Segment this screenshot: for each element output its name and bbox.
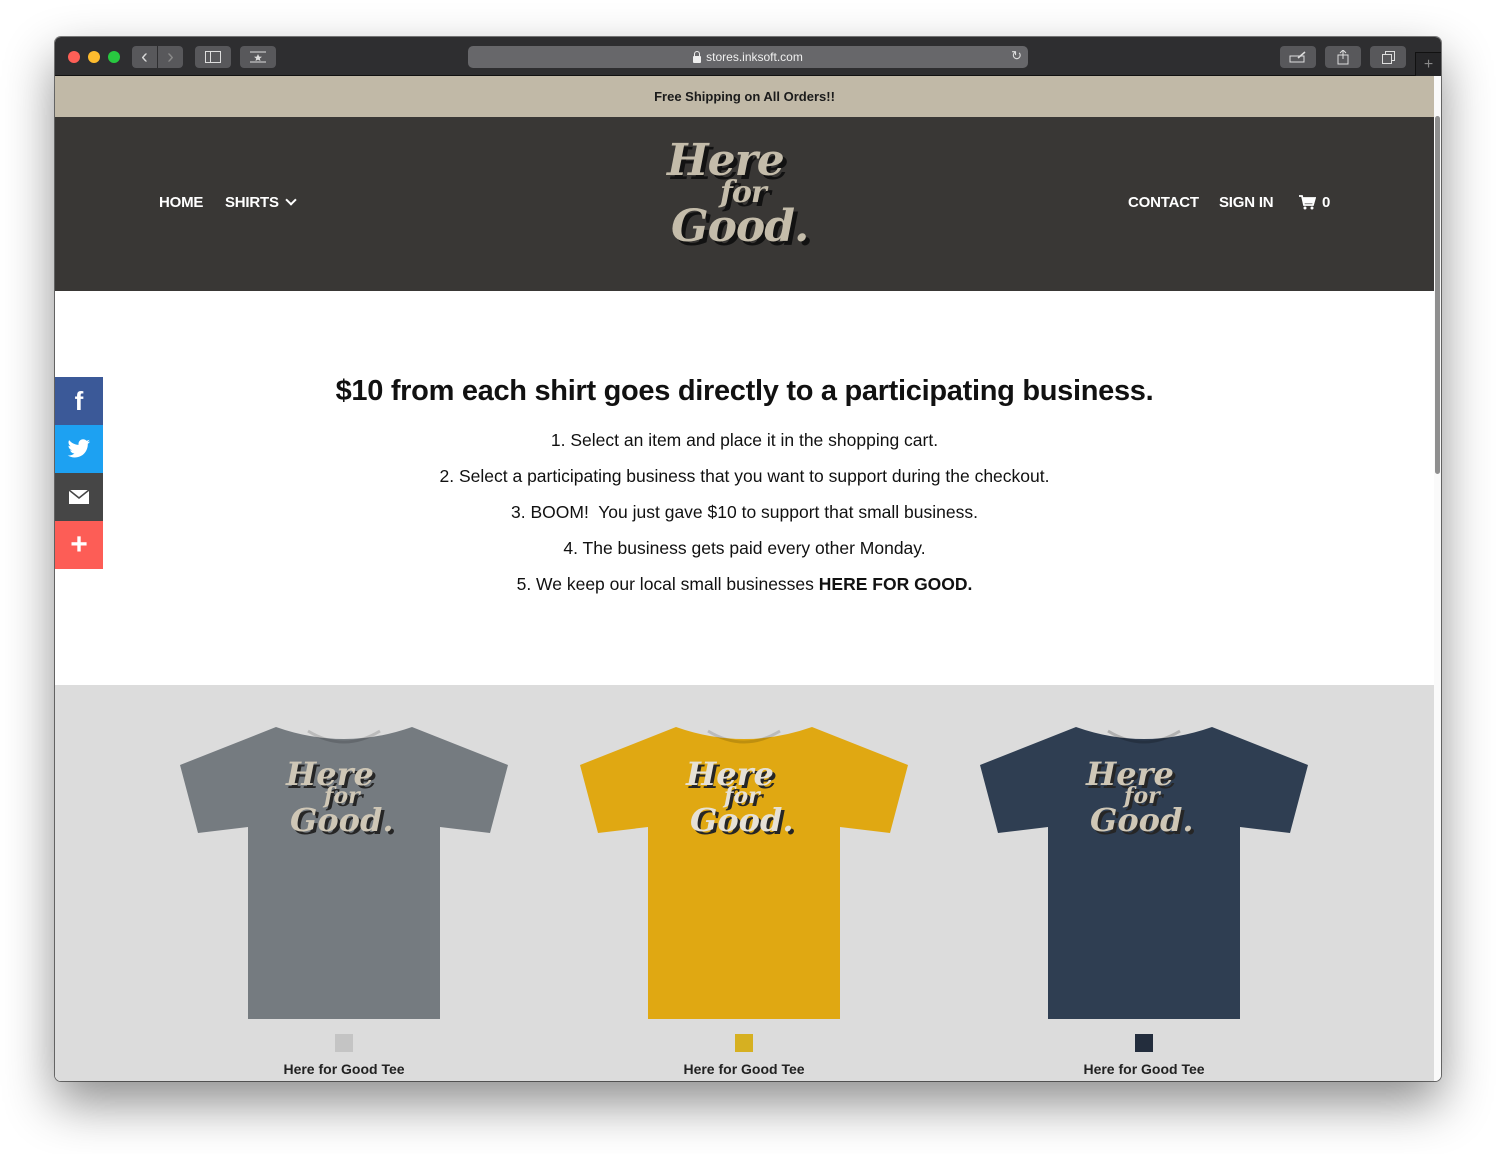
step-5: 5. We keep our local small businesses HE…	[55, 566, 1434, 602]
chevron-left-icon: ‹	[141, 46, 148, 68]
chevron-right-icon: ›	[167, 46, 174, 68]
share-facebook-button[interactable]: f	[55, 377, 103, 425]
promo-bar: Free Shipping on All Orders!!	[55, 76, 1434, 117]
promo-text: Free Shipping on All Orders!!	[654, 89, 835, 104]
maximize-window-button[interactable]	[108, 51, 120, 63]
step-4: 4. The business gets paid every other Mo…	[563, 538, 926, 558]
top-sites-button[interactable]	[240, 46, 276, 68]
product-name[interactable]: Here for Good Tee	[974, 1061, 1314, 1077]
info-section: $10 from each shirt goes directly to a p…	[55, 291, 1434, 685]
step-5-bold: HERE FOR GOOD.	[818, 574, 973, 594]
shirt-print-graphic: Here for Good.	[1086, 755, 1206, 855]
browser-toolbar: ‹ › stores.inksoft.com ↻ +	[55, 37, 1441, 76]
info-title: $10 from each shirt goes directly to a p…	[335, 375, 1154, 407]
email-icon	[69, 490, 89, 504]
scrollbar-thumb[interactable]	[1435, 116, 1440, 474]
cart-count: 0	[1322, 194, 1331, 211]
reload-icon[interactable]: ↻	[1011, 48, 1022, 64]
plus-icon: +	[70, 528, 88, 561]
product-name[interactable]: Here for Good Tee	[574, 1061, 914, 1077]
facebook-icon: f	[74, 385, 84, 416]
color-swatch[interactable]	[735, 1034, 753, 1052]
nav-home[interactable]: HOME	[159, 194, 203, 211]
shirt-print-graphic: Here for Good.	[686, 755, 806, 855]
minimize-window-button[interactable]	[88, 51, 100, 63]
color-swatch[interactable]	[335, 1034, 353, 1052]
color-swatch[interactable]	[1135, 1034, 1153, 1052]
lock-icon	[693, 50, 702, 63]
share-icon	[1337, 49, 1349, 64]
share-email-button[interactable]	[55, 473, 103, 521]
page-scrollbar[interactable]	[1434, 76, 1441, 1081]
step-2: 2. Select a participating business that …	[439, 466, 1050, 486]
twitter-icon	[67, 439, 91, 458]
markup-button[interactable]	[1280, 46, 1316, 68]
social-share-rail: f +	[55, 377, 103, 569]
forward-button[interactable]: ›	[158, 46, 183, 68]
step-3: 3. BOOM! You just gave $10 to support th…	[511, 502, 978, 522]
step-1: 1. Select an item and place it in the sh…	[550, 430, 939, 450]
nav-shirts-label: SHIRTS	[225, 194, 279, 211]
tabs-overview-icon	[1381, 50, 1395, 64]
chevron-down-icon	[285, 194, 297, 206]
close-window-button[interactable]	[68, 51, 80, 63]
tabs-overview-button[interactable]	[1370, 46, 1406, 68]
site-logo[interactable]: Here for Good.	[665, 135, 830, 265]
address-bar[interactable]: stores.inksoft.com ↻	[468, 46, 1028, 68]
star-icon	[250, 51, 266, 63]
print-line-3: Good.	[690, 801, 794, 839]
back-button[interactable]: ‹	[132, 46, 157, 68]
share-button[interactable]	[1325, 46, 1361, 68]
product-card[interactable]: Here for Good. Here for Good Tee	[174, 685, 514, 1081]
sidebar-toggle-button[interactable]	[195, 46, 231, 68]
logo-line-3: Good.	[671, 201, 809, 252]
product-name[interactable]: Here for Good Tee	[174, 1061, 514, 1077]
markup-icon	[1289, 51, 1306, 63]
cart-icon	[1299, 195, 1316, 210]
print-line-3: Good.	[1090, 801, 1194, 839]
sidebar-icon	[205, 51, 221, 63]
share-twitter-button[interactable]	[55, 425, 103, 473]
new-tab-button[interactable]: +	[1415, 52, 1441, 76]
nav-sign-in[interactable]: SIGN IN	[1219, 194, 1274, 211]
product-card[interactable]: Here for Good. Here for Good Tee	[574, 685, 914, 1081]
share-more-button[interactable]: +	[55, 521, 103, 569]
nav-shirts[interactable]: SHIRTS	[225, 194, 297, 211]
web-page: Free Shipping on All Orders!! HOME SHIRT…	[55, 76, 1434, 1081]
plus-icon: +	[1423, 55, 1434, 73]
step-5-text: 5. We keep our local small businesses	[516, 574, 819, 594]
product-card[interactable]: Here for Good. Here for Good Tee	[974, 685, 1314, 1081]
site-header: HOME SHIRTS Here for Good. CONTACT SIGN …	[55, 117, 1434, 291]
cart-button[interactable]: 0	[1299, 194, 1330, 211]
nav-contact[interactable]: CONTACT	[1128, 194, 1199, 211]
product-grid: Here for Good. Here for Good Tee Here fo…	[55, 685, 1434, 1081]
url-text: stores.inksoft.com	[706, 50, 803, 64]
shirt-print-graphic: Here for Good.	[286, 755, 406, 855]
browser-window: ‹ › stores.inksoft.com ↻ + Free Shipping…	[55, 37, 1441, 1081]
print-line-3: Good.	[290, 801, 394, 839]
